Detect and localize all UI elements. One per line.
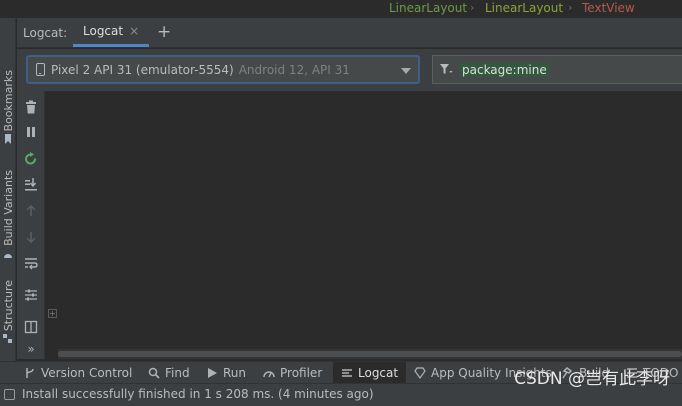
stripe-tab-structure[interactable]: Structure <box>0 280 16 344</box>
run-icon <box>208 367 217 378</box>
more-icon[interactable]: » <box>24 342 38 356</box>
clear-log-button[interactable] <box>24 100 38 114</box>
chevron-right-icon: › <box>568 1 573 14</box>
tool-logcat[interactable]: Logcat <box>333 362 407 383</box>
tool-profiler[interactable]: Profiler <box>263 362 322 383</box>
branch-icon <box>26 367 34 378</box>
horizontal-scrollbar[interactable] <box>58 349 682 359</box>
scroll-to-end-icon <box>25 178 37 191</box>
device-icon <box>36 63 45 76</box>
breadcrumb: LinearLayout › LinearLayout › TextView <box>0 0 682 18</box>
filter-query[interactable]: package:mine <box>460 62 549 77</box>
next-occurrence-button[interactable] <box>24 230 38 244</box>
up-icon <box>26 204 36 216</box>
breadcrumb-item-textview[interactable]: TextView <box>582 1 635 15</box>
android-icon <box>4 253 12 258</box>
tool-label: Version Control <box>41 365 133 380</box>
tab-label: Logcat <box>83 24 124 38</box>
logcat-tool-window-header: Logcat: Logcat × + <box>17 18 682 48</box>
breadcrumb-item-linearlayout-1[interactable]: LinearLayout <box>389 1 467 15</box>
tool-label: Find <box>165 365 190 380</box>
pause-icon <box>27 127 35 137</box>
scroll-to-end-button[interactable] <box>24 177 38 191</box>
restart-icon <box>25 152 36 165</box>
tool-run[interactable]: Run <box>206 362 246 383</box>
stripe-tab-label: Structure <box>1 280 15 332</box>
stripe-tab-build-variants[interactable]: Build Variants <box>0 170 16 259</box>
diamond-icon <box>414 366 426 379</box>
restart-button[interactable] <box>24 152 38 166</box>
filter-input[interactable]: package:mine <box>432 55 682 84</box>
stripe-tab-bookmarks[interactable]: Bookmarks <box>0 70 16 145</box>
chevron-right-icon: › <box>470 1 475 14</box>
logcat-toolbar: » <box>17 91 45 359</box>
tool-windows-icon[interactable] <box>4 389 15 400</box>
stripe-tab-label: Build Variants <box>1 170 15 246</box>
settings-icon <box>25 289 37 301</box>
logcat-filter-row: Pixel 2 API 31 (emulator-5554) Android 1… <box>17 49 682 91</box>
expand-icon[interactable]: + <box>48 309 57 318</box>
device-os: Android 12, API 31 <box>238 62 350 77</box>
filter-icon[interactable] <box>440 63 453 76</box>
bookmark-icon <box>5 134 11 145</box>
pause-button[interactable] <box>24 125 38 139</box>
previous-occurrence-button[interactable] <box>24 204 38 218</box>
status-message[interactable]: Install successfully finished in 1 s 208… <box>22 387 374 401</box>
trash-icon <box>26 100 36 114</box>
structure-icon <box>3 334 12 344</box>
log-output-area[interactable]: + <box>45 91 682 349</box>
device-name: Pixel 2 API 31 (emulator-5554) <box>51 62 234 77</box>
tool-label: Logcat <box>358 365 399 380</box>
add-tab-button[interactable]: + <box>157 22 171 42</box>
close-icon[interactable]: × <box>129 24 139 38</box>
tool-label: Run <box>223 365 247 380</box>
layout-icon <box>24 320 38 334</box>
tool-window-title: Logcat: <box>23 26 68 40</box>
scrollbar-thumb[interactable] <box>58 351 682 357</box>
gauge-icon <box>263 370 275 377</box>
logcat-settings-button[interactable] <box>24 288 38 302</box>
stripe-tab-label: Bookmarks <box>1 70 15 132</box>
layout-button[interactable] <box>24 320 38 334</box>
search-icon <box>148 367 160 379</box>
chevron-down-icon[interactable] <box>401 68 411 74</box>
soft-wrap-button[interactable] <box>24 256 38 270</box>
tool-label: Profiler <box>280 365 323 380</box>
breadcrumb-item-linearlayout-2[interactable]: LinearLayout <box>485 1 563 15</box>
down-icon <box>26 232 36 244</box>
left-tool-stripe: Bookmarks Build Variants Structure <box>0 18 16 382</box>
device-selector[interactable]: Pixel 2 API 31 (emulator-5554) Android 1… <box>26 55 420 84</box>
watermark: CSDN @岂有此李呀 <box>514 369 670 389</box>
tool-version-control[interactable]: Version Control <box>24 362 132 383</box>
tool-find[interactable]: Find <box>148 362 190 383</box>
soft-wrap-icon <box>25 258 38 270</box>
tab-logcat[interactable]: Logcat × <box>73 18 150 47</box>
logcat-icon <box>342 368 352 377</box>
